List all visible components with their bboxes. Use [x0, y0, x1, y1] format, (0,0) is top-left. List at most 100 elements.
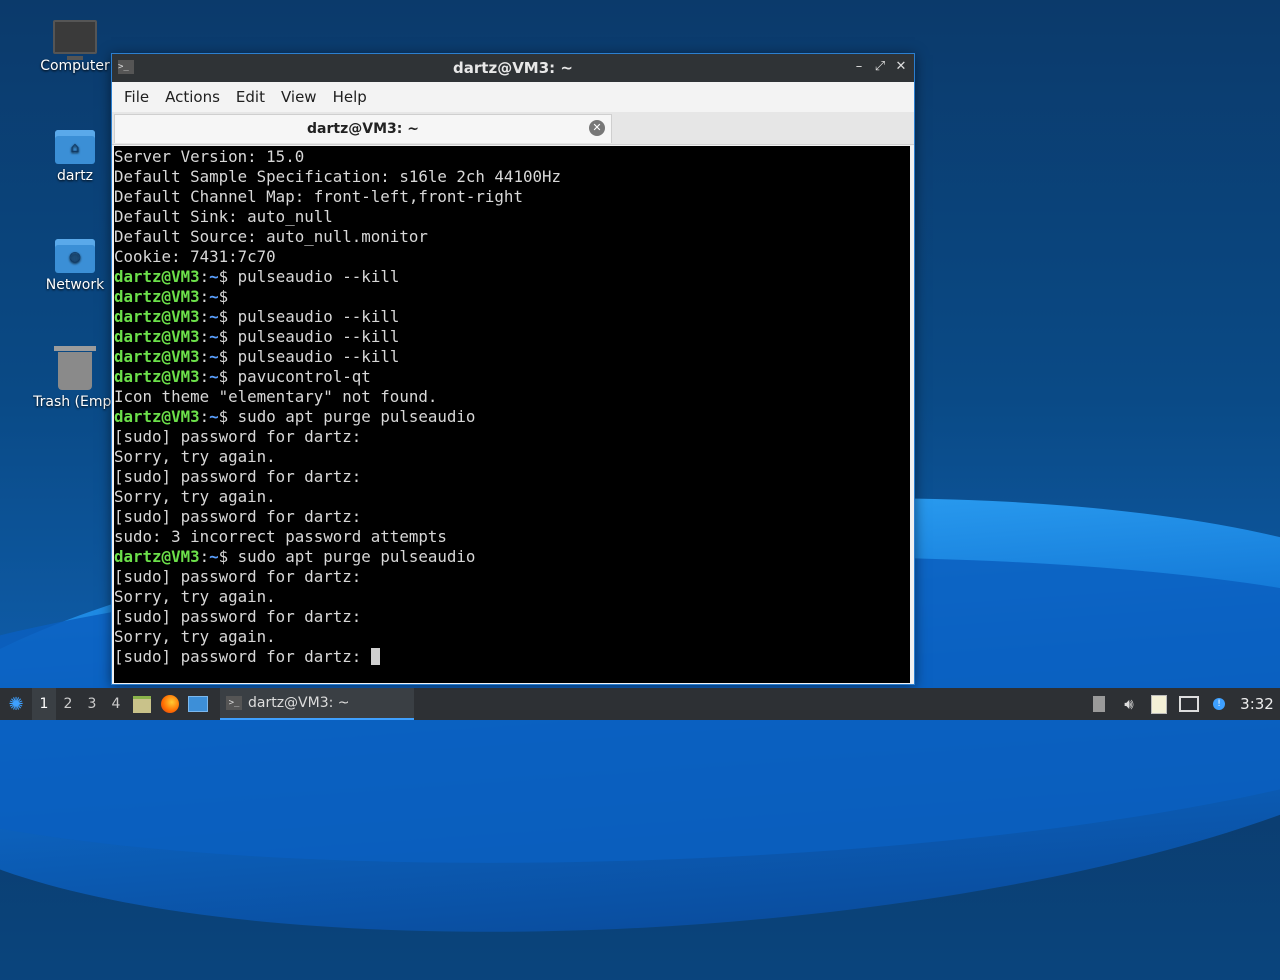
output-text: [sudo] password for dartz:	[114, 507, 362, 526]
prompt-separator: :	[199, 267, 210, 286]
workspace-4[interactable]: 4	[104, 688, 128, 720]
file-manager-icon[interactable]	[128, 688, 156, 720]
prompt-symbol: $	[218, 367, 229, 386]
output-text: sudo: 3 incorrect password attempts	[114, 527, 447, 546]
prompt-symbol: $	[218, 547, 229, 566]
output-text: Sorry, try again.	[114, 627, 276, 646]
terminal-icon: >_	[226, 696, 242, 710]
workspace-2[interactable]: 2	[56, 688, 80, 720]
workspace-1[interactable]: 1	[32, 688, 56, 720]
command-text: pulseaudio --kill	[228, 267, 400, 286]
terminal-output-line: Server Version: 15.0	[114, 147, 910, 167]
desktop-icon-label: dartz	[56, 168, 94, 184]
terminal-output-line: [sudo] password for dartz:	[114, 647, 910, 667]
output-text: [sudo] password for dartz:	[114, 467, 362, 486]
terminal-output-line: Sorry, try again.	[114, 627, 910, 647]
system-tray: 🔊︎ ! 3:32	[1084, 688, 1280, 720]
command-text: pulseaudio --kill	[228, 307, 400, 326]
menu-help[interactable]: Help	[325, 88, 375, 106]
terminal-output-line: Default Sink: auto_null	[114, 207, 910, 227]
lubuntu-start-icon[interactable]: ✺	[0, 688, 32, 720]
window-titlebar[interactable]: >_ dartz@VM3: ~ – ⤢ ✕	[112, 54, 914, 82]
terminal-output-line: Default Source: auto_null.monitor	[114, 227, 910, 247]
output-text: Cookie: 7431:7c70	[114, 247, 276, 266]
desktop-icon-label: Network	[45, 277, 105, 293]
terminal-output[interactable]: Server Version: 15.0 Default Sample Speci…	[114, 146, 910, 683]
workspace-3[interactable]: 3	[80, 688, 104, 720]
output-text: [sudo] password for dartz:	[114, 607, 362, 626]
clock[interactable]: 3:32	[1234, 688, 1280, 720]
menu-edit[interactable]: Edit	[228, 88, 273, 106]
terminal-command-line: dartz@VM3:~$ sudo apt purge pulseaudio	[114, 547, 910, 567]
prompt-user: dartz@VM3	[114, 367, 200, 386]
menubar: File Actions Edit View Help	[112, 82, 914, 112]
terminal-command-line: dartz@VM3:~$	[114, 287, 910, 307]
prompt-user: dartz@VM3	[114, 407, 200, 426]
prompt-symbol: $	[218, 287, 229, 306]
firefox-icon[interactable]	[156, 688, 184, 720]
taskbar-task-terminal[interactable]: >_ dartz@VM3: ~	[220, 688, 414, 720]
prompt-path: ~	[209, 547, 219, 566]
prompt-path: ~	[209, 287, 219, 306]
terminal-output-line: [sudo] password for dartz:	[114, 567, 910, 587]
terminal-output-line: [sudo] password for dartz:	[114, 427, 910, 447]
desktop-icon-network[interactable]: ◍ Network	[27, 239, 123, 293]
update-notifier-icon[interactable]: !	[1204, 688, 1234, 720]
terminal-window[interactable]: >_ dartz@VM3: ~ – ⤢ ✕ File Actions Edit …	[111, 53, 915, 685]
terminal-command-line: dartz@VM3:~$ pulseaudio --kill	[114, 327, 910, 347]
command-text: pavucontrol-qt	[228, 367, 371, 386]
prompt-separator: :	[199, 407, 210, 426]
prompt-user: dartz@VM3	[114, 267, 200, 286]
home-folder-icon: ⌂	[55, 130, 95, 164]
output-text: Default Channel Map: front-left,front-ri…	[114, 187, 523, 206]
terminal-output-line: Default Sample Specification: s16le 2ch …	[114, 167, 910, 187]
minimize-button[interactable]: –	[850, 58, 868, 76]
prompt-user: dartz@VM3	[114, 287, 200, 306]
terminal-command-line: dartz@VM3:~$ sudo apt purge pulseaudio	[114, 407, 910, 427]
text-cursor	[370, 648, 380, 665]
clipboard-icon[interactable]	[1144, 688, 1174, 720]
network-icon[interactable]	[1174, 688, 1204, 720]
prompt-user: dartz@VM3	[114, 347, 200, 366]
terminal-output-line: [sudo] password for dartz:	[114, 467, 910, 487]
terminal-output-line: Sorry, try again.	[114, 587, 910, 607]
prompt-user: dartz@VM3	[114, 547, 200, 566]
prompt-path: ~	[209, 307, 219, 326]
tab-terminal[interactable]: dartz@VM3: ~ ✕	[114, 114, 612, 143]
terminal-output-line: Cookie: 7431:7c70	[114, 247, 910, 267]
output-text: Default Sample Specification: s16le 2ch …	[114, 167, 561, 186]
prompt-path: ~	[209, 327, 219, 346]
tab-close-icon[interactable]: ✕	[589, 120, 605, 136]
desktop-icon-label: Computer	[40, 58, 110, 74]
prompt-symbol: $	[218, 267, 229, 286]
terminal-output-line: sudo: 3 incorrect password attempts	[114, 527, 910, 547]
desktop-icon-computer[interactable]: Computer	[27, 20, 123, 74]
desktop-icon-home[interactable]: ⌂ dartz	[27, 130, 123, 184]
terminal-output-line: Default Channel Map: front-left,front-ri…	[114, 187, 910, 207]
menu-view[interactable]: View	[273, 88, 325, 106]
output-text: Sorry, try again.	[114, 487, 276, 506]
close-button[interactable]: ✕	[892, 58, 910, 76]
removable-drive-icon[interactable]	[1084, 688, 1114, 720]
output-text: Icon theme "elementary" not found.	[114, 387, 438, 406]
terminal-command-line: dartz@VM3:~$ pulseaudio --kill	[114, 307, 910, 327]
maximize-button[interactable]: ⤢	[871, 58, 889, 76]
show-desktop-icon[interactable]	[184, 688, 212, 720]
prompt-symbol: $	[218, 347, 229, 366]
terminal-command-line: dartz@VM3:~$ pulseaudio --kill	[114, 267, 910, 287]
prompt-separator: :	[199, 547, 210, 566]
terminal-output-line: [sudo] password for dartz:	[114, 507, 910, 527]
prompt-symbol: $	[218, 307, 229, 326]
desktop-icon-trash[interactable]: Trash (Empt	[27, 346, 123, 410]
menu-file[interactable]: File	[116, 88, 157, 106]
prompt-path: ~	[209, 367, 219, 386]
output-text: Default Sink: auto_null	[114, 207, 333, 226]
terminal-command-line: dartz@VM3:~$ pulseaudio --kill	[114, 347, 910, 367]
trash-icon	[54, 346, 96, 390]
terminal-command-line: dartz@VM3:~$ pavucontrol-qt	[114, 367, 910, 387]
command-text: pulseaudio --kill	[228, 327, 400, 346]
terminal-output-line: Sorry, try again.	[114, 487, 910, 507]
volume-icon[interactable]: 🔊︎	[1114, 688, 1144, 720]
output-text: Default Source: auto_null.monitor	[114, 227, 428, 246]
menu-actions[interactable]: Actions	[157, 88, 228, 106]
